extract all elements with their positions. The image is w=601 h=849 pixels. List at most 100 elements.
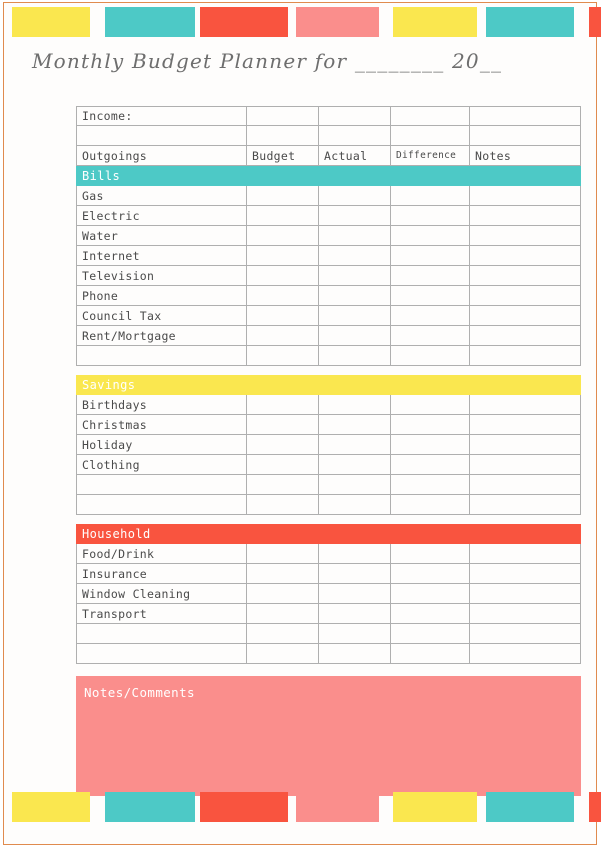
input-cell[interactable] bbox=[318, 186, 390, 206]
input-cell[interactable] bbox=[469, 106, 581, 126]
input-cell[interactable] bbox=[469, 395, 581, 415]
table-row[interactable]: Food/Drink bbox=[76, 544, 581, 564]
table-blank-row[interactable] bbox=[76, 475, 581, 495]
row-label-cell[interactable] bbox=[76, 624, 246, 644]
input-cell[interactable] bbox=[318, 644, 390, 664]
input-cell[interactable] bbox=[469, 435, 581, 455]
input-cell[interactable] bbox=[318, 604, 390, 624]
input-cell[interactable] bbox=[390, 584, 469, 604]
input-cell[interactable] bbox=[469, 624, 581, 644]
input-cell[interactable] bbox=[318, 475, 390, 495]
table-blank-row[interactable] bbox=[76, 644, 581, 664]
input-cell[interactable] bbox=[318, 106, 390, 126]
input-cell[interactable] bbox=[318, 544, 390, 564]
input-cell[interactable] bbox=[469, 544, 581, 564]
input-cell[interactable] bbox=[390, 186, 469, 206]
input-cell[interactable] bbox=[390, 306, 469, 326]
input-cell[interactable] bbox=[469, 186, 581, 206]
input-cell[interactable] bbox=[318, 584, 390, 604]
table-row[interactable]: Christmas bbox=[76, 415, 581, 435]
input-cell[interactable] bbox=[390, 266, 469, 286]
input-cell[interactable] bbox=[469, 604, 581, 624]
input-cell[interactable] bbox=[246, 206, 318, 226]
input-cell[interactable] bbox=[246, 266, 318, 286]
input-cell[interactable] bbox=[246, 564, 318, 584]
input-cell[interactable] bbox=[469, 206, 581, 226]
table-blank-row[interactable] bbox=[76, 624, 581, 644]
input-cell[interactable] bbox=[246, 584, 318, 604]
input-cell[interactable] bbox=[246, 415, 318, 435]
input-cell[interactable] bbox=[246, 306, 318, 326]
input-cell[interactable] bbox=[469, 455, 581, 475]
input-cell[interactable]: Budget bbox=[246, 146, 318, 166]
input-cell[interactable] bbox=[246, 106, 318, 126]
input-cell[interactable] bbox=[246, 395, 318, 415]
table-row[interactable]: Electric bbox=[76, 206, 581, 226]
input-cell[interactable] bbox=[246, 644, 318, 664]
input-cell[interactable] bbox=[246, 455, 318, 475]
input-cell[interactable] bbox=[246, 475, 318, 495]
table-row[interactable]: Rent/Mortgage bbox=[76, 326, 581, 346]
table-row[interactable]: Insurance bbox=[76, 564, 581, 584]
notes-comments-box[interactable]: Notes/Comments bbox=[76, 676, 581, 796]
input-cell[interactable] bbox=[246, 126, 318, 146]
income-row[interactable]: Income: bbox=[76, 106, 581, 126]
input-cell[interactable]: Actual bbox=[318, 146, 390, 166]
table-row[interactable]: Holiday bbox=[76, 435, 581, 455]
input-cell[interactable] bbox=[318, 495, 390, 515]
input-cell[interactable] bbox=[246, 435, 318, 455]
input-cell[interactable] bbox=[318, 346, 390, 366]
table-row[interactable]: Internet bbox=[76, 246, 581, 266]
input-cell[interactable]: Notes bbox=[469, 146, 581, 166]
input-cell[interactable] bbox=[318, 435, 390, 455]
input-cell[interactable] bbox=[469, 226, 581, 246]
input-cell[interactable] bbox=[390, 564, 469, 584]
input-cell[interactable] bbox=[246, 495, 318, 515]
input-cell[interactable] bbox=[318, 564, 390, 584]
input-cell[interactable] bbox=[390, 624, 469, 644]
row-label-cell[interactable] bbox=[76, 644, 246, 664]
input-cell[interactable] bbox=[469, 495, 581, 515]
input-cell[interactable] bbox=[318, 415, 390, 435]
input-cell[interactable] bbox=[390, 106, 469, 126]
input-cell[interactable] bbox=[390, 226, 469, 246]
input-cell[interactable] bbox=[246, 604, 318, 624]
table-row[interactable]: Water bbox=[76, 226, 581, 246]
input-cell[interactable] bbox=[390, 495, 469, 515]
input-cell[interactable] bbox=[469, 346, 581, 366]
table-row[interactable]: Birthdays bbox=[76, 395, 581, 415]
input-cell[interactable] bbox=[390, 435, 469, 455]
input-cell[interactable] bbox=[318, 246, 390, 266]
table-blank-row[interactable] bbox=[76, 346, 581, 366]
input-cell[interactable] bbox=[390, 126, 469, 146]
input-cell[interactable] bbox=[469, 306, 581, 326]
row-label-cell[interactable] bbox=[76, 346, 246, 366]
input-cell[interactable] bbox=[469, 286, 581, 306]
input-cell[interactable] bbox=[318, 206, 390, 226]
table-row[interactable]: Clothing bbox=[76, 455, 581, 475]
table-row[interactable]: Gas bbox=[76, 186, 581, 206]
input-cell[interactable] bbox=[469, 126, 581, 146]
input-cell[interactable] bbox=[246, 246, 318, 266]
input-cell[interactable]: Difference bbox=[390, 146, 469, 166]
input-cell[interactable] bbox=[318, 306, 390, 326]
input-cell[interactable] bbox=[469, 584, 581, 604]
input-cell[interactable] bbox=[246, 326, 318, 346]
input-cell[interactable] bbox=[318, 286, 390, 306]
input-cell[interactable] bbox=[390, 644, 469, 664]
table-row[interactable]: Transport bbox=[76, 604, 581, 624]
input-cell[interactable] bbox=[390, 246, 469, 266]
input-cell[interactable] bbox=[469, 644, 581, 664]
input-cell[interactable] bbox=[390, 475, 469, 495]
table-row[interactable]: Phone bbox=[76, 286, 581, 306]
input-cell[interactable] bbox=[246, 286, 318, 306]
input-cell[interactable] bbox=[390, 415, 469, 435]
table-blank-row[interactable] bbox=[76, 495, 581, 515]
input-cell[interactable] bbox=[390, 286, 469, 306]
input-cell[interactable] bbox=[246, 346, 318, 366]
input-cell[interactable] bbox=[318, 455, 390, 475]
input-cell[interactable] bbox=[318, 624, 390, 644]
table-row[interactable]: Television bbox=[76, 266, 581, 286]
input-cell[interactable] bbox=[390, 326, 469, 346]
input-cell[interactable] bbox=[246, 624, 318, 644]
